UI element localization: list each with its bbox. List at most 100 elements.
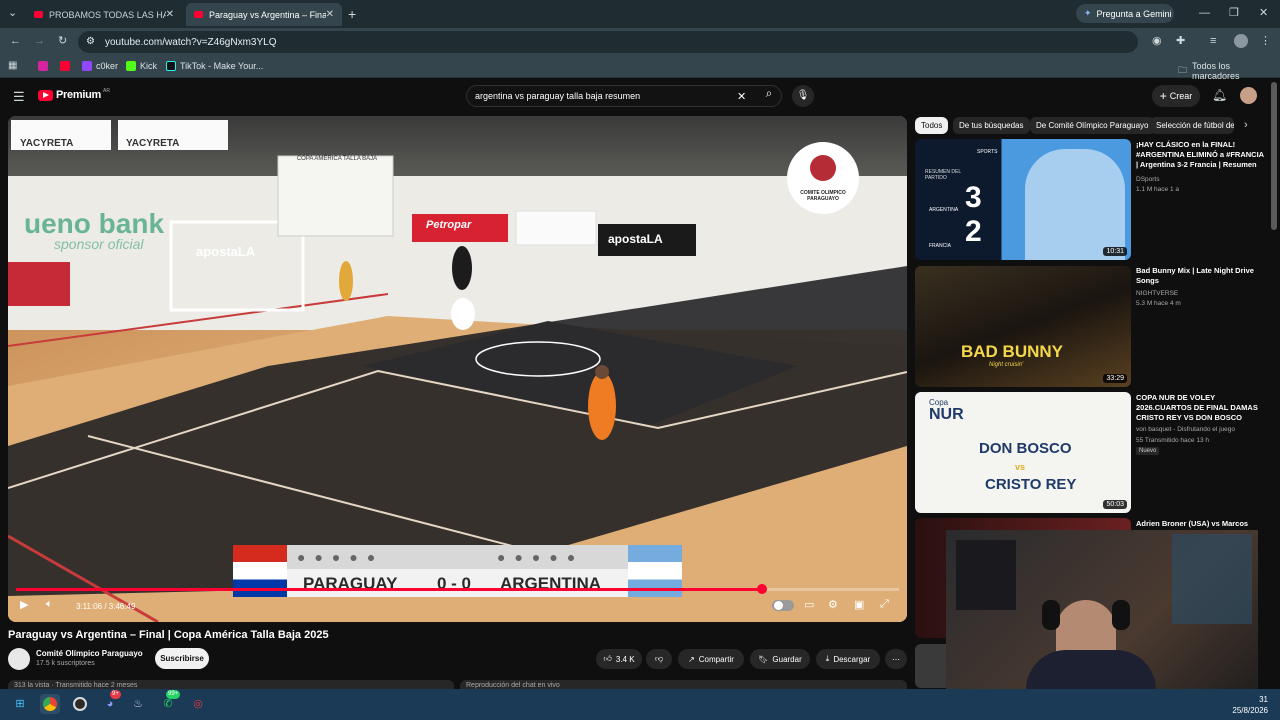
search-input[interactable]: argentina vs paraguay talla baja resumen… [466, 85, 782, 107]
chip-seleccion-futbol[interactable]: Selección de fútbol de [1150, 117, 1234, 134]
settings-gear-icon[interactable]: ⚙ [828, 598, 838, 611]
video-player[interactable]: ueno bank sponsor oficial YACYRETA YACYR… [8, 116, 907, 622]
recommendation-title[interactable]: COPA NUR DE VOLEY 2026.CUARTOS DE FINAL … [1136, 393, 1266, 423]
away-team: ARGENTINA [500, 574, 602, 593]
new-badge: Nuevo [1136, 447, 1160, 455]
puzzle-icon[interactable]: ✚ [1176, 36, 1185, 47]
recommendation-thumbnail[interactable]: Copa NUR DON BOSCO vs CRISTO REY 50:03 [915, 392, 1131, 513]
plus-icon: + [1159, 89, 1167, 103]
search-button[interactable]: ⌕ [756, 86, 782, 106]
download-button[interactable]: ⤓ Descargar [816, 649, 880, 669]
recommendation-thumbnail[interactable]: RESUMEN DEL PARTIDO 3 2 ARGENTINA FRANCI… [915, 139, 1131, 260]
kick-icon [126, 61, 136, 71]
thumbs-down-icon: 👎︎ [654, 654, 664, 663]
share-button[interactable]: ↗ Compartir [678, 649, 744, 669]
bookmark-icon: 🔖︎ [758, 654, 769, 664]
bookmark-c0ker[interactable]: c0ker [82, 61, 118, 71]
thumb-text: FRANCIA [929, 243, 951, 249]
forward-icon[interactable]: → [34, 36, 45, 47]
profile-avatar[interactable] [1234, 34, 1248, 48]
subtitles-icon[interactable]: ▭ [804, 598, 814, 611]
all-bookmarks-label: Todos los marcadores [1192, 61, 1240, 81]
recommendation-title[interactable]: Bad Bunny Mix | Late Night Drive Songs [1136, 266, 1266, 286]
minimize-icon[interactable]: — [1199, 8, 1210, 19]
progress-bar[interactable] [16, 584, 899, 594]
recommendation-meta: 5.3 M hace 4 m [1136, 300, 1181, 307]
save-button[interactable]: 🔖︎ Guardar [750, 649, 810, 669]
create-button[interactable]: + Crear [1152, 85, 1200, 107]
sponsor-aposta-wall: apostaLA [608, 232, 663, 246]
address-bar[interactable]: ⚙ youtube.com/watch?v=Z46gNxm3YLQ [78, 31, 1138, 53]
back-icon[interactable]: ← [10, 36, 21, 47]
voice-search-button[interactable]: 🎙 [792, 85, 814, 107]
new-tab-icon[interactable]: + [348, 7, 356, 21]
download-icon: ⤓ [825, 654, 830, 663]
bookmark-instagram[interactable] [38, 61, 52, 71]
chip-comite-olimpico[interactable]: De Comité Olímpico Paraguayo [1030, 117, 1155, 134]
menu-dots-icon[interactable]: ⋮ [1260, 36, 1271, 47]
close-tab-icon[interactable]: ✕ [166, 9, 174, 20]
chip-de-tus-busquedas[interactable]: De tus búsquedas [953, 117, 1030, 134]
youtube-favicon-icon [34, 11, 43, 18]
dislike-button[interactable]: 👎︎ [646, 649, 672, 669]
like-button[interactable]: 👍︎ 3.4 K [596, 649, 642, 669]
recommendation-title[interactable]: Adrien Broner (USA) vs Marcos [1136, 519, 1266, 529]
bookmark-tiktok[interactable]: TikTok - Make Your... [166, 61, 263, 71]
app-taskbar-icon[interactable]: ◎ [188, 694, 208, 714]
whatsapp-taskbar-icon[interactable]: ✆ 99+ [158, 690, 181, 714]
discord-taskbar-icon[interactable]: ◕ 9+ [100, 690, 121, 714]
chevron-right-icon[interactable]: › [1244, 120, 1248, 131]
thumb-text: NUR [929, 406, 964, 423]
clear-search-icon[interactable]: ✕ [737, 90, 746, 103]
recommendation-meta: 1.1 M hace 1 a [1136, 186, 1179, 193]
channel-name[interactable]: Comité Olímpico Paraguayo [36, 649, 143, 658]
account-avatar[interactable] [1240, 87, 1257, 104]
recommendation-channel[interactable]: von basquet - Disfrutando el juego [1136, 424, 1266, 435]
tab-2[interactable]: Paraguay vs Argentina – Final | ✕ [186, 3, 342, 26]
extension-icon[interactable]: ◉ [1152, 36, 1162, 47]
reload-icon[interactable]: ↻ [58, 36, 67, 47]
region-code: AR [102, 88, 110, 94]
bookmark-youtube[interactable] [60, 61, 74, 71]
youtube-logo[interactable]: Premium AR [38, 88, 110, 101]
windows-start-icon[interactable]: ⊞ [10, 694, 30, 714]
maximize-icon[interactable]: ❐ [1229, 8, 1239, 19]
bookmark-label: c0ker [96, 61, 119, 71]
reading-list-icon[interactable]: ≡ [1210, 36, 1216, 47]
more-actions-button[interactable]: ⋯ [885, 649, 907, 669]
close-window-icon[interactable]: ✕ [1259, 8, 1268, 19]
volume-icon[interactable]: 🔈︎ [46, 598, 53, 611]
page-scrollbar[interactable] [1271, 82, 1277, 230]
score-row: PARAGUAY 0 - 0 ARGENTINA [287, 569, 628, 597]
recommendation-title[interactable]: ¡HAY CLÁSICO en la FINAL! #ARGENTINA ELI… [1136, 140, 1266, 170]
notifications-bell-icon[interactable]: 🔔︎ [1212, 89, 1227, 101]
recommendation-meta: 55 Transmitido hace 13 h [1136, 437, 1209, 444]
youtube-logo-text: Premium [56, 89, 101, 101]
system-clock[interactable]: 31 25/8/2026 [1232, 694, 1268, 716]
fullscreen-icon[interactable]: ⤢ [880, 598, 889, 611]
subscribe-button[interactable]: Suscribirse [155, 648, 209, 669]
sponsor-aposta-goal: apostaLA [196, 244, 256, 259]
obs-taskbar-icon[interactable] [70, 694, 90, 714]
steam-taskbar-icon[interactable]: ♨ [128, 694, 148, 714]
gemini-button[interactable]: ✦ Pregunta a Gemini [1076, 4, 1174, 23]
tab-1-title: PROBAMOS TODAS LAS HAMB [49, 9, 166, 20]
more-dots-icon: ⋯ [892, 654, 900, 664]
twitch-icon [82, 61, 92, 71]
hamburger-menu-icon[interactable]: ☰ [13, 90, 25, 103]
site-info-icon[interactable]: ⚙ [86, 36, 95, 47]
bookmark-kick[interactable]: Kick [126, 61, 157, 71]
chrome-taskbar-icon[interactable] [40, 694, 60, 714]
autoplay-toggle[interactable] [772, 600, 794, 611]
tab-list-icon[interactable]: ⌄ [8, 8, 17, 19]
close-tab-icon[interactable]: ✕ [326, 9, 334, 20]
chip-todos[interactable]: Todos [915, 117, 949, 134]
recommendation-thumbnail[interactable]: BAD BUNNY Night cruisin' 33:29 [915, 266, 1131, 387]
apps-grid-icon[interactable]: ▦ [8, 61, 17, 71]
youtube-icon [60, 61, 70, 71]
tab-1[interactable]: PROBAMOS TODAS LAS HAMB ✕ [26, 3, 182, 26]
all-bookmarks[interactable]: 🗀 Todos los marcadores [1178, 61, 1280, 81]
channel-avatar[interactable] [8, 648, 30, 670]
play-icon[interactable]: ▶ [20, 598, 28, 611]
miniplayer-icon[interactable]: ▣ [854, 598, 864, 611]
